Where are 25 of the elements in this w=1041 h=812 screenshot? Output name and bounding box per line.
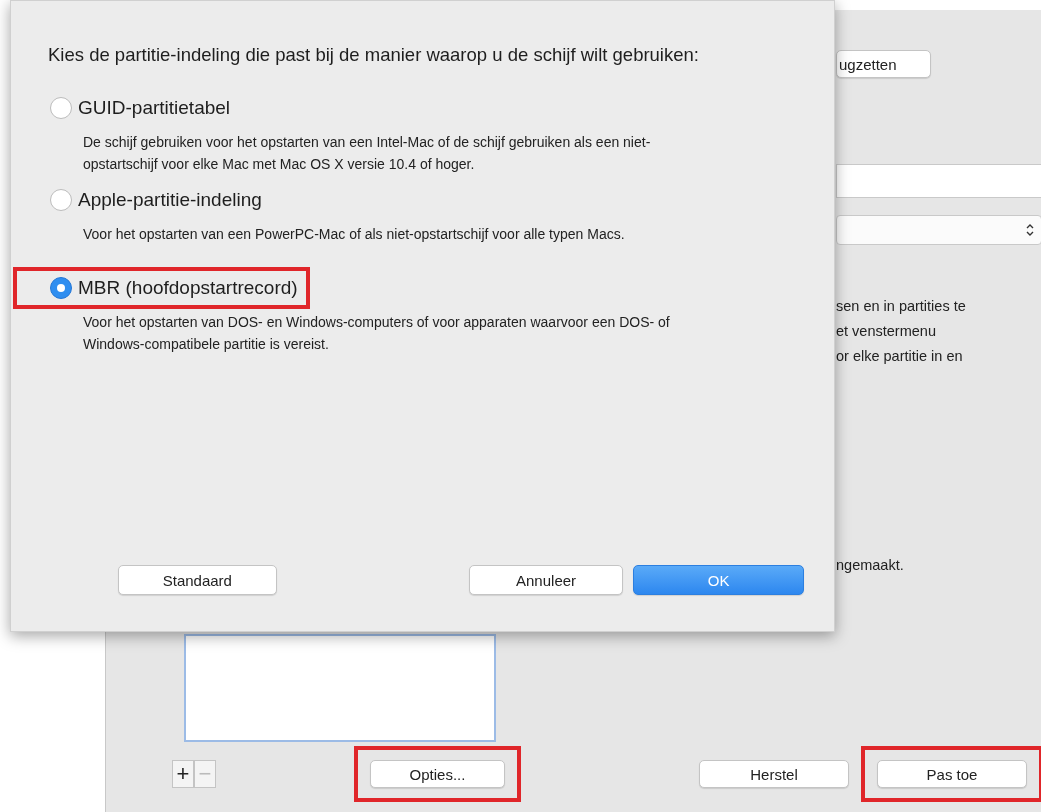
action-button[interactable]: Pas toe	[877, 760, 1027, 788]
dialog-button[interactable]: Annuleer	[468, 565, 624, 595]
info-text: or elke partitie in en	[836, 347, 964, 366]
action-button[interactable]: Herstel	[699, 760, 849, 788]
radio-label[interactable]: MBR (hoofdopstartrecord)	[78, 277, 298, 299]
radio-label[interactable]: Apple-partitie-indeling	[78, 189, 262, 211]
partition-list[interactable]	[184, 634, 496, 742]
option-description: Voor het opstarten van een PowerPC-Mac of als niet-opstartschijf voor alle typen Macs.	[83, 225, 626, 244]
radio-button[interactable]	[50, 277, 72, 299]
add-button[interactable]: +	[172, 760, 194, 788]
info-text: ngemaakt.	[836, 557, 904, 573]
text-field[interactable]	[836, 164, 1041, 198]
chevron-icon	[1025, 222, 1035, 238]
dialog-prompt: Kies de partitie-indeling die past bij de manier waarop u de schijf wilt gebruiken:	[48, 43, 700, 67]
radio-button[interactable]	[50, 97, 72, 119]
option-description: De schijf gebruiken voor het opstarten van een Intel-Mac of de schijf gebruiken als een niet-opstartschijf voor elke Mac met Mac OS X versie 10.4 of hoger.	[83, 133, 652, 174]
option-description: Voor het opstarten van DOS- en Windows-computers of voor apparaten waarvoor een DOS- of Windows-compatibele partitie is vereist.	[83, 313, 671, 354]
options-button[interactable]: Opties...	[370, 760, 505, 788]
radio-button[interactable]	[50, 189, 72, 211]
popup-menu[interactable]	[836, 215, 1041, 245]
radio-label[interactable]: GUID-partitietabel	[78, 97, 231, 119]
dialog-button[interactable]: Standaard	[118, 565, 277, 595]
info-text: sen en in partities te	[836, 297, 966, 316]
info-text: et venstermenu	[836, 322, 937, 341]
toolbar-button[interactable]: ugzetten	[836, 50, 931, 78]
